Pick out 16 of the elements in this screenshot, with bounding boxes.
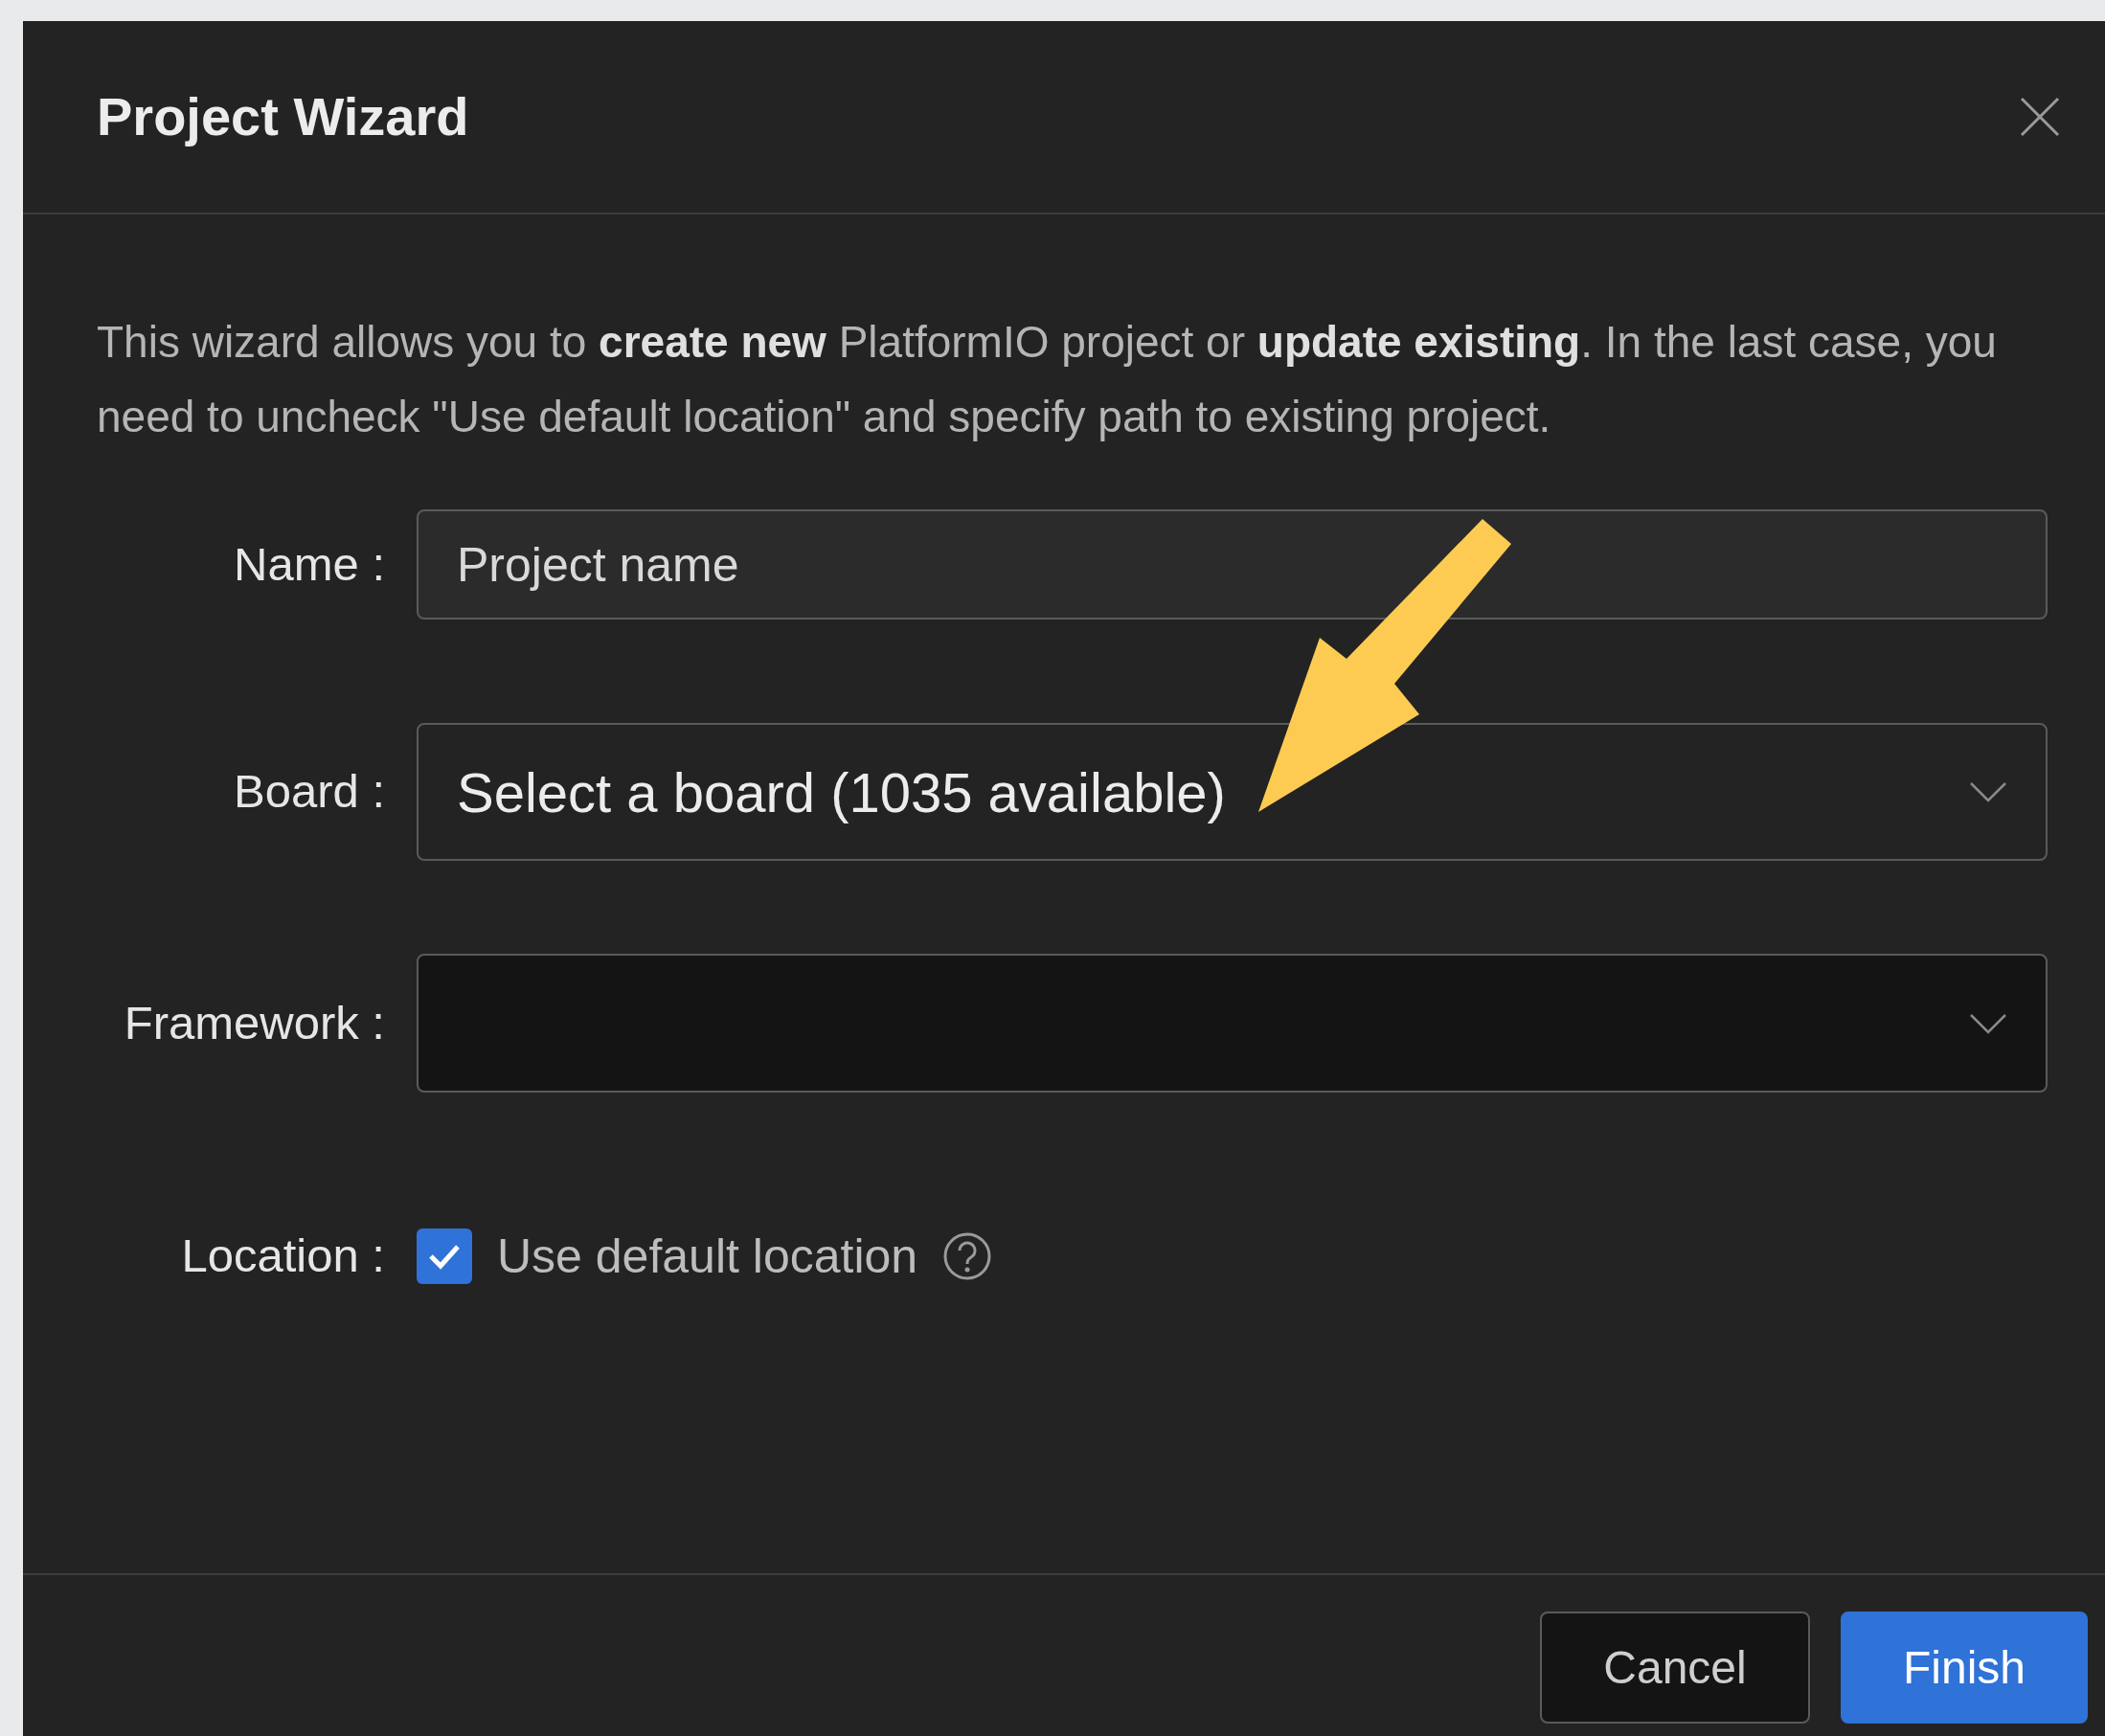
checkbox-label: Use default location: [497, 1228, 918, 1285]
chevron-down-icon: [1969, 780, 2007, 803]
field-label: Board :: [233, 764, 386, 820]
chevron-down-icon: [1969, 1011, 2007, 1035]
checkbox[interactable]: [417, 1229, 472, 1284]
select-field[interactable]: Select a board (1035 available): [417, 723, 2048, 861]
intro-text: This wizard allows you to create new PlatformIO project or update existing. In the last case, you need to uncheck "Use default location" and specify path to existing project.: [97, 316, 1998, 443]
help-icon[interactable]: [942, 1231, 993, 1281]
name-field[interactable]: Project name: [417, 509, 2048, 620]
field-label: Framework :: [123, 995, 386, 1050]
finish-button[interactable]: Finish: [1841, 1612, 2088, 1724]
field-label: Name :: [233, 536, 386, 592]
field-label: Location :: [180, 1229, 386, 1284]
cancel-button[interactable]: Cancel: [1540, 1612, 1810, 1724]
dialog-title: Project Wizard: [97, 85, 469, 148]
select-field[interactable]: [417, 954, 2048, 1093]
